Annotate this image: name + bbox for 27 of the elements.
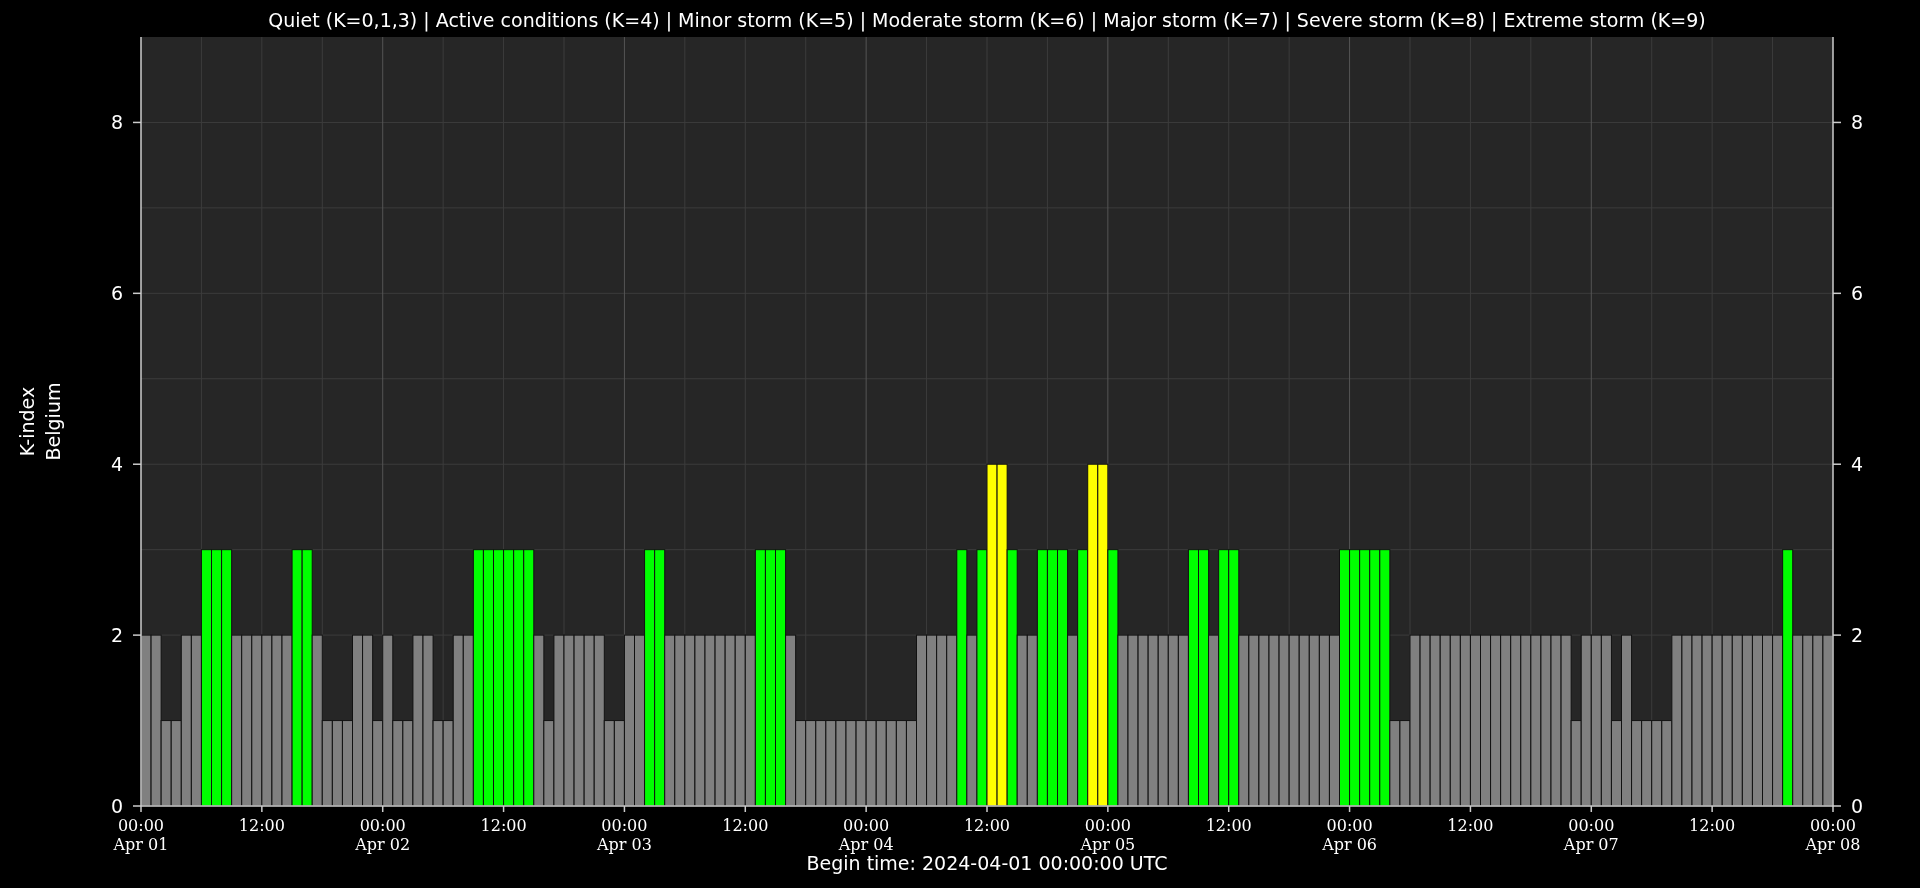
axis-tick-label: 00:00 Apr 08 <box>1805 816 1861 854</box>
axis-tick-label: 4 <box>1851 453 1864 476</box>
axis-tick-label: 2 <box>1851 624 1864 647</box>
axis-tick-label: 8 <box>1851 111 1864 134</box>
axis-tick-label: 2 <box>110 624 123 647</box>
axis-tick-label: 12:00 <box>238 816 285 835</box>
axis-tick-label: 6 <box>1851 282 1864 305</box>
axis-tick-label: 12:00 <box>1205 816 1252 835</box>
chart-title: Quiet (K=0,1,3) | Active conditions (K=4) | Minor storm (K=5) | Moderate storm (K=6) | Major storm (K=7) | Severe storm (K=8) | Extreme storm (K=9) <box>268 9 1706 31</box>
axis-tick-label: 00:00 Apr 02 <box>355 816 411 854</box>
y-axis-title: K-index Belgium <box>16 382 64 461</box>
axis-tick-label: 00:00 Apr 03 <box>597 816 652 854</box>
axis-tick-label: 00:00 Apr 04 <box>838 816 894 854</box>
axis-tick-label: 6 <box>110 282 123 305</box>
axis-tick-label: 8 <box>110 111 123 134</box>
axis-tick-label: 12:00 <box>1689 816 1736 835</box>
axis-tick-label: 12:00 <box>480 816 527 835</box>
axis-tick-label: 12:00 <box>1447 816 1494 835</box>
axis-tick-label: 0 <box>1851 795 1864 817</box>
axis-tick-label: 00:00 Apr 05 <box>1080 816 1136 854</box>
axis-tick-label: 00:00 Apr 06 <box>1322 816 1377 854</box>
axis-tick-label: 0 <box>110 795 123 817</box>
axis-tick-label: 00:00 Apr 07 <box>1563 816 1619 854</box>
axis-tick-label: 00:00 Apr 01 <box>113 816 169 854</box>
axis-tick-label: 12:00 <box>722 816 769 835</box>
axis-tick-label: 12:00 <box>963 816 1011 835</box>
axis-tick-label: 4 <box>110 453 123 476</box>
